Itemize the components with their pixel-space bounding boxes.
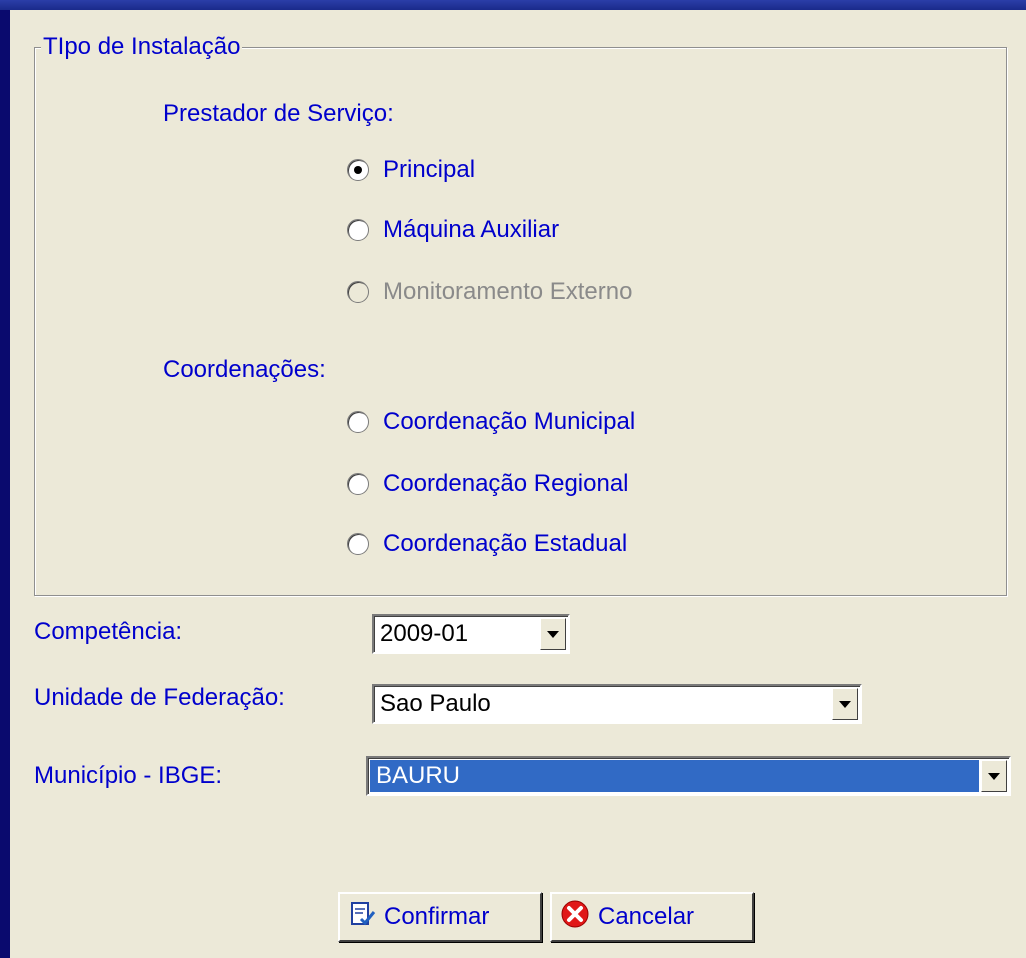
prestador-label: Prestador de Serviço: — [163, 100, 394, 127]
municipio-value: BAURU — [370, 760, 979, 792]
radio-principal-indicator[interactable] — [347, 159, 369, 181]
red-x-circle-icon — [560, 899, 590, 936]
radio-maquina-auxiliar[interactable]: Máquina Auxiliar — [347, 216, 559, 244]
competencia-select[interactable]: 2009-01 — [372, 614, 570, 654]
municipio-select[interactable]: BAURU — [366, 756, 1011, 796]
radio-monitoramento-externo-indicator — [347, 281, 369, 303]
municipio-label: Município - IBGE: — [34, 762, 223, 789]
cancel-button[interactable]: Cancelar — [550, 892, 754, 942]
radio-coord-municipal-label: Coordenação Municipal — [383, 408, 636, 435]
radio-maquina-auxiliar-indicator[interactable] — [347, 219, 369, 241]
radio-coord-regional[interactable]: Coordenação Regional — [347, 470, 629, 498]
radio-principal[interactable]: Principal — [347, 156, 475, 184]
radio-monitoramento-externo: Monitoramento Externo — [347, 278, 632, 306]
uf-label: Unidade de Federação: — [34, 684, 285, 711]
radio-coord-regional-indicator[interactable] — [347, 473, 369, 495]
chevron-down-icon[interactable] — [540, 618, 566, 650]
coordenacoes-label: Coordenações: — [163, 356, 326, 383]
dialog-body: TIpo de Instalação Prestador de Serviço:… — [10, 10, 1026, 958]
radio-principal-label: Principal — [383, 156, 476, 183]
radio-coord-regional-label: Coordenação Regional — [383, 470, 629, 497]
uf-value: Sao Paulo — [380, 690, 491, 717]
cancel-label: Cancelar — [598, 903, 695, 930]
installation-type-group: TIpo de Instalação Prestador de Serviço:… — [34, 34, 1007, 596]
document-check-icon — [348, 900, 376, 935]
confirm-label: Confirmar — [384, 903, 490, 930]
chevron-down-icon[interactable] — [981, 760, 1007, 792]
radio-coord-municipal-indicator[interactable] — [347, 411, 369, 433]
radio-monitoramento-externo-label: Monitoramento Externo — [383, 278, 633, 305]
radio-coord-estadual-label: Coordenação Estadual — [383, 530, 628, 557]
group-legend: TIpo de Instalação — [41, 33, 243, 60]
radio-coord-estadual-indicator[interactable] — [347, 533, 369, 555]
uf-select[interactable]: Sao Paulo — [372, 684, 862, 724]
radio-coord-estadual[interactable]: Coordenação Estadual — [347, 530, 627, 558]
title-bar-edge — [0, 0, 1026, 10]
competencia-value: 2009-01 — [380, 620, 469, 647]
confirm-button[interactable]: Confirmar — [338, 892, 542, 942]
radio-maquina-auxiliar-label: Máquina Auxiliar — [383, 216, 560, 243]
chevron-down-icon[interactable] — [832, 688, 858, 720]
competencia-label: Competência: — [34, 618, 183, 645]
radio-coord-municipal[interactable]: Coordenação Municipal — [347, 408, 635, 436]
